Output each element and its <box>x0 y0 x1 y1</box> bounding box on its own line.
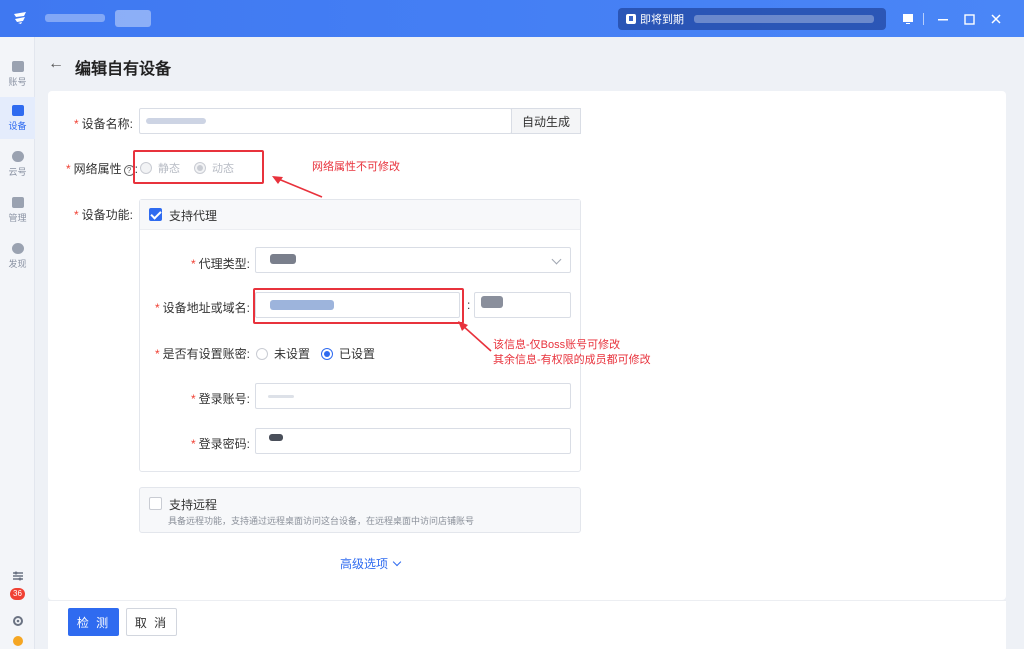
login-account-input[interactable] <box>255 383 571 409</box>
annotation-note-network: 网络属性不可修改 <box>312 161 400 173</box>
device-icon <box>11 104 24 116</box>
cancel-button[interactable]: 取 消 <box>126 608 177 636</box>
network-attr-label: * 网络属性?: <box>65 162 138 176</box>
expire-info-blur <box>694 15 874 23</box>
proxy-type-value-blur <box>270 254 296 264</box>
sidebar-item-discover[interactable]: 发现 <box>0 235 35 277</box>
support-remote-desc: 具备远程功能，支持通过远程桌面访问这台设备，在远程桌面中访问店铺账号 <box>168 516 475 526</box>
maximize-button[interactable] <box>961 9 977 29</box>
advanced-options-toggle[interactable]: 高级选项 <box>340 555 402 572</box>
device-name-label: * 设备名称: <box>73 117 133 131</box>
support-remote-checkbox[interactable] <box>149 497 162 510</box>
radio-not-set[interactable]: 未设置 <box>256 345 310 362</box>
advanced-options-label: 高级选项 <box>340 557 389 571</box>
sidebar-item-cloud[interactable]: 云号 <box>0 143 35 185</box>
account-tag[interactable] <box>115 10 151 27</box>
support-remote-label: 支持远程 <box>169 498 218 512</box>
divider <box>922 9 924 29</box>
cloud-icon <box>11 150 24 162</box>
radio-static[interactable]: 静态 <box>140 160 180 176</box>
notification-badge[interactable]: 36 <box>0 588 35 600</box>
support-proxy-label: 支持代理 <box>169 209 218 223</box>
sidebar-item-label: 管理 <box>8 212 27 223</box>
chevron-down-icon <box>392 557 402 567</box>
detect-button[interactable]: 检 测 <box>68 608 119 636</box>
device-name-value-blur <box>146 118 206 124</box>
proxy-type-label: * 代理类型: <box>190 257 250 271</box>
expire-chip[interactable]: 即将到期 <box>618 8 886 30</box>
proxy-type-select[interactable] <box>255 247 571 273</box>
sidebar: 账号 设备 云号 管理 发现 36 <box>0 37 35 649</box>
port-value-blur <box>481 296 503 308</box>
settings-icon[interactable] <box>0 615 35 627</box>
radio-not-set-label: 未设置 <box>274 347 311 361</box>
screen-icon[interactable] <box>900 9 916 29</box>
radio-set[interactable]: 已设置 <box>321 345 375 362</box>
badge-count: 36 <box>10 588 25 600</box>
auto-generate-button[interactable]: 自动生成 <box>511 108 581 134</box>
radio-dot <box>256 347 268 360</box>
radio-dynamic[interactable]: 动态 <box>194 160 234 176</box>
manage-icon <box>11 196 24 208</box>
sidebar-item-manage[interactable]: 管理 <box>0 189 35 231</box>
filter-icon[interactable] <box>0 570 35 582</box>
sidebar-item-label: 设备 <box>8 120 27 131</box>
page-header: ← 编辑自有设备 <box>35 37 1024 91</box>
device-function-label: * 设备功能: <box>73 208 133 222</box>
store-icon <box>11 60 24 72</box>
login-account-label: * 登录账号: <box>190 392 250 406</box>
help-circle-icon[interactable] <box>0 635 35 647</box>
back-arrow-icon[interactable]: ← <box>48 55 64 73</box>
expire-label: 即将到期 <box>640 14 684 26</box>
radio-dot <box>321 347 333 360</box>
minimize-button[interactable] <box>935 9 951 29</box>
chevron-down-icon <box>551 254 562 265</box>
address-label: * 设备地址或域名: <box>154 301 250 315</box>
radio-dynamic-label: 动态 <box>212 163 234 175</box>
radio-dot <box>194 162 206 174</box>
annotation-note-address-line1: 该信息-仅Boss账号可修改 <box>493 339 621 351</box>
page-title: 编辑自有设备 <box>75 61 172 78</box>
sidebar-item-label: 账号 <box>8 76 27 87</box>
account-name-blur <box>45 14 105 22</box>
has-password-label: * 是否有设置账密: <box>154 347 250 361</box>
annotation-arrow-address <box>458 321 492 352</box>
login-password-input[interactable] <box>255 428 571 454</box>
port-separator: : <box>467 298 471 312</box>
title-bar: 即将到期 <box>0 0 1024 37</box>
app-logo-icon <box>14 12 26 24</box>
sidebar-item-label: 云号 <box>8 166 27 177</box>
close-button[interactable] <box>988 9 1004 29</box>
radio-static-label: 静态 <box>158 163 180 175</box>
footer-bar <box>48 600 1006 649</box>
sidebar-item-label: 发现 <box>8 258 27 269</box>
annotation-arrow-network <box>272 176 323 198</box>
login-password-value-blur <box>269 434 283 441</box>
radio-set-label: 已设置 <box>339 347 376 361</box>
calendar-icon <box>626 14 636 24</box>
sidebar-item-device[interactable]: 设备 <box>0 97 35 139</box>
radio-dot <box>140 162 152 174</box>
login-password-label: * 登录密码: <box>190 437 250 451</box>
sidebar-item-account[interactable]: 账号 <box>0 53 35 95</box>
annotation-note-address-line2: 其余信息-有权限的成员都可修改 <box>493 354 651 366</box>
compass-icon <box>11 242 24 254</box>
support-proxy-checkbox[interactable] <box>149 208 162 221</box>
address-value-blur <box>270 300 334 310</box>
help-icon: ? <box>123 165 135 176</box>
login-account-value-blur <box>268 395 294 398</box>
